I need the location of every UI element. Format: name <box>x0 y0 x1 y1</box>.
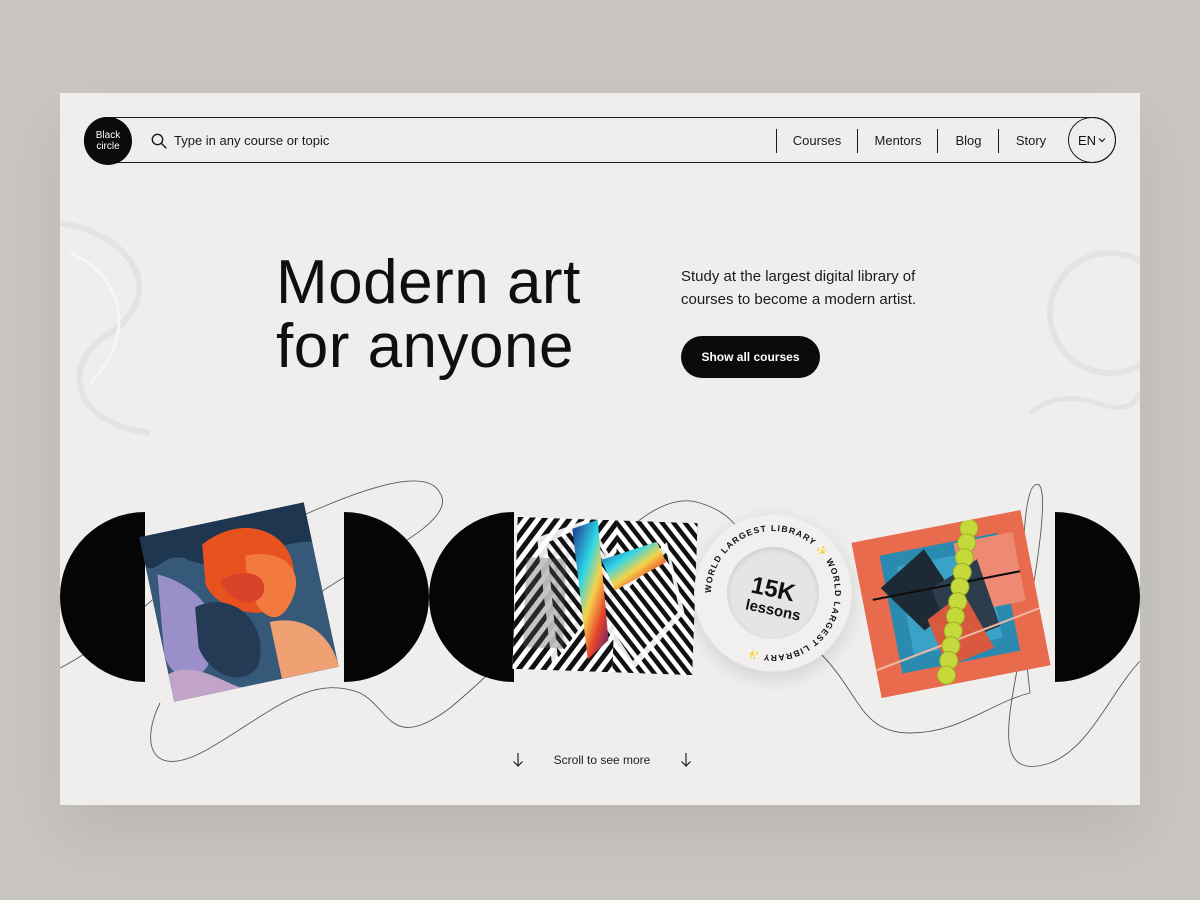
arrow-down-icon <box>681 753 691 767</box>
arrow-down-icon <box>513 753 523 767</box>
artwork-abstract-shapes[interactable] <box>139 502 339 702</box>
artwork-image <box>851 510 1051 698</box>
decorative-scribble-line <box>60 480 1140 767</box>
artwork-image <box>139 502 339 702</box>
art-gallery: WORLD LARGEST LIBRARY ✨ WORLD LARGEST LI… <box>60 93 1140 805</box>
scroll-hint[interactable]: Scroll to see more <box>512 745 692 775</box>
artwork-geometric-beads[interactable] <box>851 510 1051 698</box>
page-frame: Black circle Courses Mentors Blog Story … <box>60 93 1140 805</box>
artwork-op-art-ribbon[interactable] <box>512 516 698 676</box>
artwork-image <box>512 516 698 676</box>
scroll-hint-label: Scroll to see more <box>553 753 651 767</box>
lessons-badge: WORLD LARGEST LIBRARY ✨ WORLD LARGEST LI… <box>694 514 852 672</box>
